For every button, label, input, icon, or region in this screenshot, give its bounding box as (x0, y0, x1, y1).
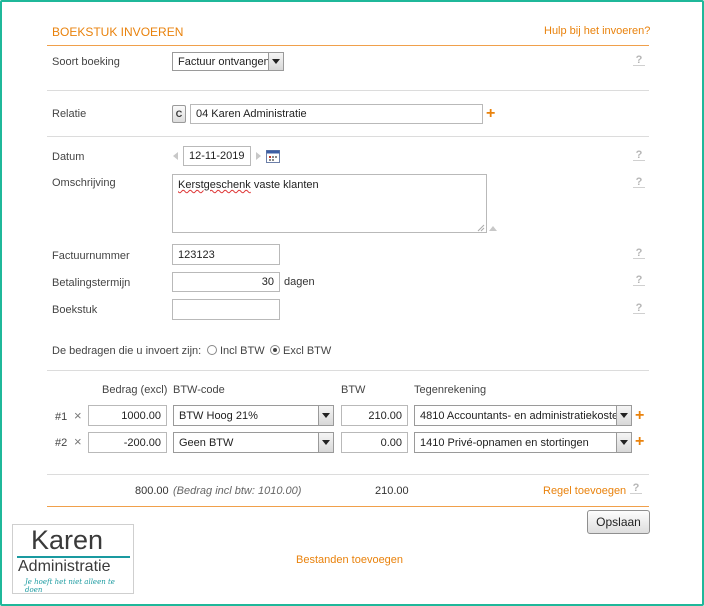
calendar-icon[interactable] (266, 149, 280, 163)
help-icon[interactable]: ? (633, 149, 645, 161)
line-number: #1 (55, 411, 68, 423)
section-divider (47, 474, 649, 475)
company-logo: Karen Administratie Je hoeft het niet al… (12, 524, 134, 594)
next-date-icon[interactable] (256, 152, 261, 160)
bedragen-label: De bedragen die u invoert zijn: (52, 345, 202, 357)
help-link[interactable]: Hulp bij het invoeren? (544, 25, 650, 37)
col-header-bedrag: Bedrag (excl) (102, 384, 168, 396)
save-button[interactable]: Opslaan (587, 510, 650, 534)
factuurnummer-label: Factuurnummer (52, 250, 130, 262)
line-btw-input[interactable]: 0.00 (341, 432, 408, 453)
omschrijving-label: Omschrijving (52, 177, 116, 189)
chevron-down-icon (268, 53, 283, 70)
chevron-down-icon (318, 406, 333, 425)
help-icon[interactable]: ? (630, 482, 642, 494)
line-btw-code-select[interactable]: Geen BTW (173, 432, 334, 453)
help-icon[interactable]: ? (633, 54, 645, 66)
relatie-c-button[interactable]: C (172, 105, 186, 123)
help-icon[interactable]: ? (633, 176, 645, 188)
logo-text-administratie: Administratie (18, 558, 111, 575)
col-header-tegenrekening: Tegenrekening (414, 384, 487, 396)
omschrijving-word: Kerstgeschenk (178, 179, 251, 191)
line-btw-code-value: Geen BTW (179, 436, 234, 449)
add-account-plus-icon[interactable]: + (635, 434, 644, 450)
relatie-input[interactable]: 04 Karen Administratie (190, 104, 483, 124)
incl-btw-label[interactable]: Incl BTW (220, 345, 265, 357)
datum-input[interactable]: 12-11-2019 (183, 146, 251, 166)
boekstuk-input[interactable] (172, 299, 280, 320)
help-icon[interactable]: ? (633, 247, 645, 259)
header-divider (47, 45, 649, 46)
add-files-link[interactable]: Bestanden toevoegen (296, 554, 403, 566)
line-tegenrekening-select[interactable]: 1410 Privé-opnamen en stortingen (414, 432, 632, 453)
soort-boeking-label: Soort boeking (52, 56, 120, 68)
help-icon[interactable]: ? (633, 274, 645, 286)
factuurnummer-input[interactable]: 123123 (172, 244, 280, 265)
soort-boeking-value: Factuur ontvangen (178, 55, 270, 68)
add-line-link[interactable]: Regel toevoegen (543, 485, 626, 497)
omschrijving-rest: vaste klanten (250, 179, 319, 191)
line-btw-code-value: BTW Hoog 21% (179, 409, 258, 422)
total-btw: 210.00 (375, 485, 409, 497)
soort-boeking-select[interactable]: Factuur ontvangen (172, 52, 284, 71)
line-bedrag-input[interactable]: -200.00 (88, 432, 167, 453)
expand-arrow-icon[interactable] (489, 226, 497, 231)
add-account-plus-icon[interactable]: + (635, 408, 644, 424)
line-tegenrekening-select[interactable]: 4810 Accountants- en administratiekosten (414, 405, 632, 426)
section-divider (47, 90, 649, 91)
footer-divider (47, 506, 649, 507)
section-divider (47, 370, 649, 371)
relatie-label: Relatie (52, 108, 87, 120)
betalingstermijn-input[interactable]: 30 (172, 272, 280, 292)
remove-line-icon[interactable]: × (74, 435, 82, 448)
excl-btw-label[interactable]: Excl BTW (283, 345, 331, 357)
remove-line-icon[interactable]: × (74, 409, 82, 422)
omschrijving-textarea[interactable]: Kerstgeschenk vaste klanten (172, 174, 487, 233)
section-divider (47, 136, 649, 137)
datum-label: Datum (52, 151, 85, 163)
line-btw-code-select[interactable]: BTW Hoog 21% (173, 405, 334, 426)
chevron-down-icon (318, 433, 333, 452)
betalingstermijn-label: Betalingstermijn (52, 277, 131, 289)
resize-handle-icon[interactable] (477, 223, 485, 232)
help-icon[interactable]: ? (633, 302, 645, 314)
line-number: #2 (55, 437, 68, 449)
incl-btw-radio[interactable] (207, 345, 217, 355)
page-title: BOEKSTUK INVOEREN (52, 25, 184, 39)
add-relatie-plus-icon[interactable]: + (486, 106, 495, 122)
boekstuk-label: Boekstuk (52, 304, 98, 316)
chevron-down-icon (616, 433, 631, 452)
excl-btw-radio[interactable] (270, 345, 280, 355)
logo-text-karen: Karen (31, 525, 104, 555)
col-header-btw-code: BTW-code (173, 384, 225, 396)
total-bedrag: 800.00 (135, 485, 169, 497)
logo-tagline: Je hoeft het niet alleen te doen (25, 578, 115, 594)
chevron-down-icon (616, 406, 631, 425)
total-incl-note: (Bedrag incl btw: 1010.00) (173, 485, 302, 497)
line-btw-input[interactable]: 210.00 (341, 405, 408, 426)
line-bedrag-input[interactable]: 1000.00 (88, 405, 167, 426)
col-header-btw: BTW (341, 384, 366, 396)
line-tegenrekening-value: 4810 Accountants- en administratiekosten (420, 409, 625, 422)
betalingstermijn-unit: dagen (284, 276, 315, 288)
prev-date-icon[interactable] (173, 152, 178, 160)
line-tegenrekening-value: 1410 Privé-opnamen en stortingen (420, 436, 589, 449)
